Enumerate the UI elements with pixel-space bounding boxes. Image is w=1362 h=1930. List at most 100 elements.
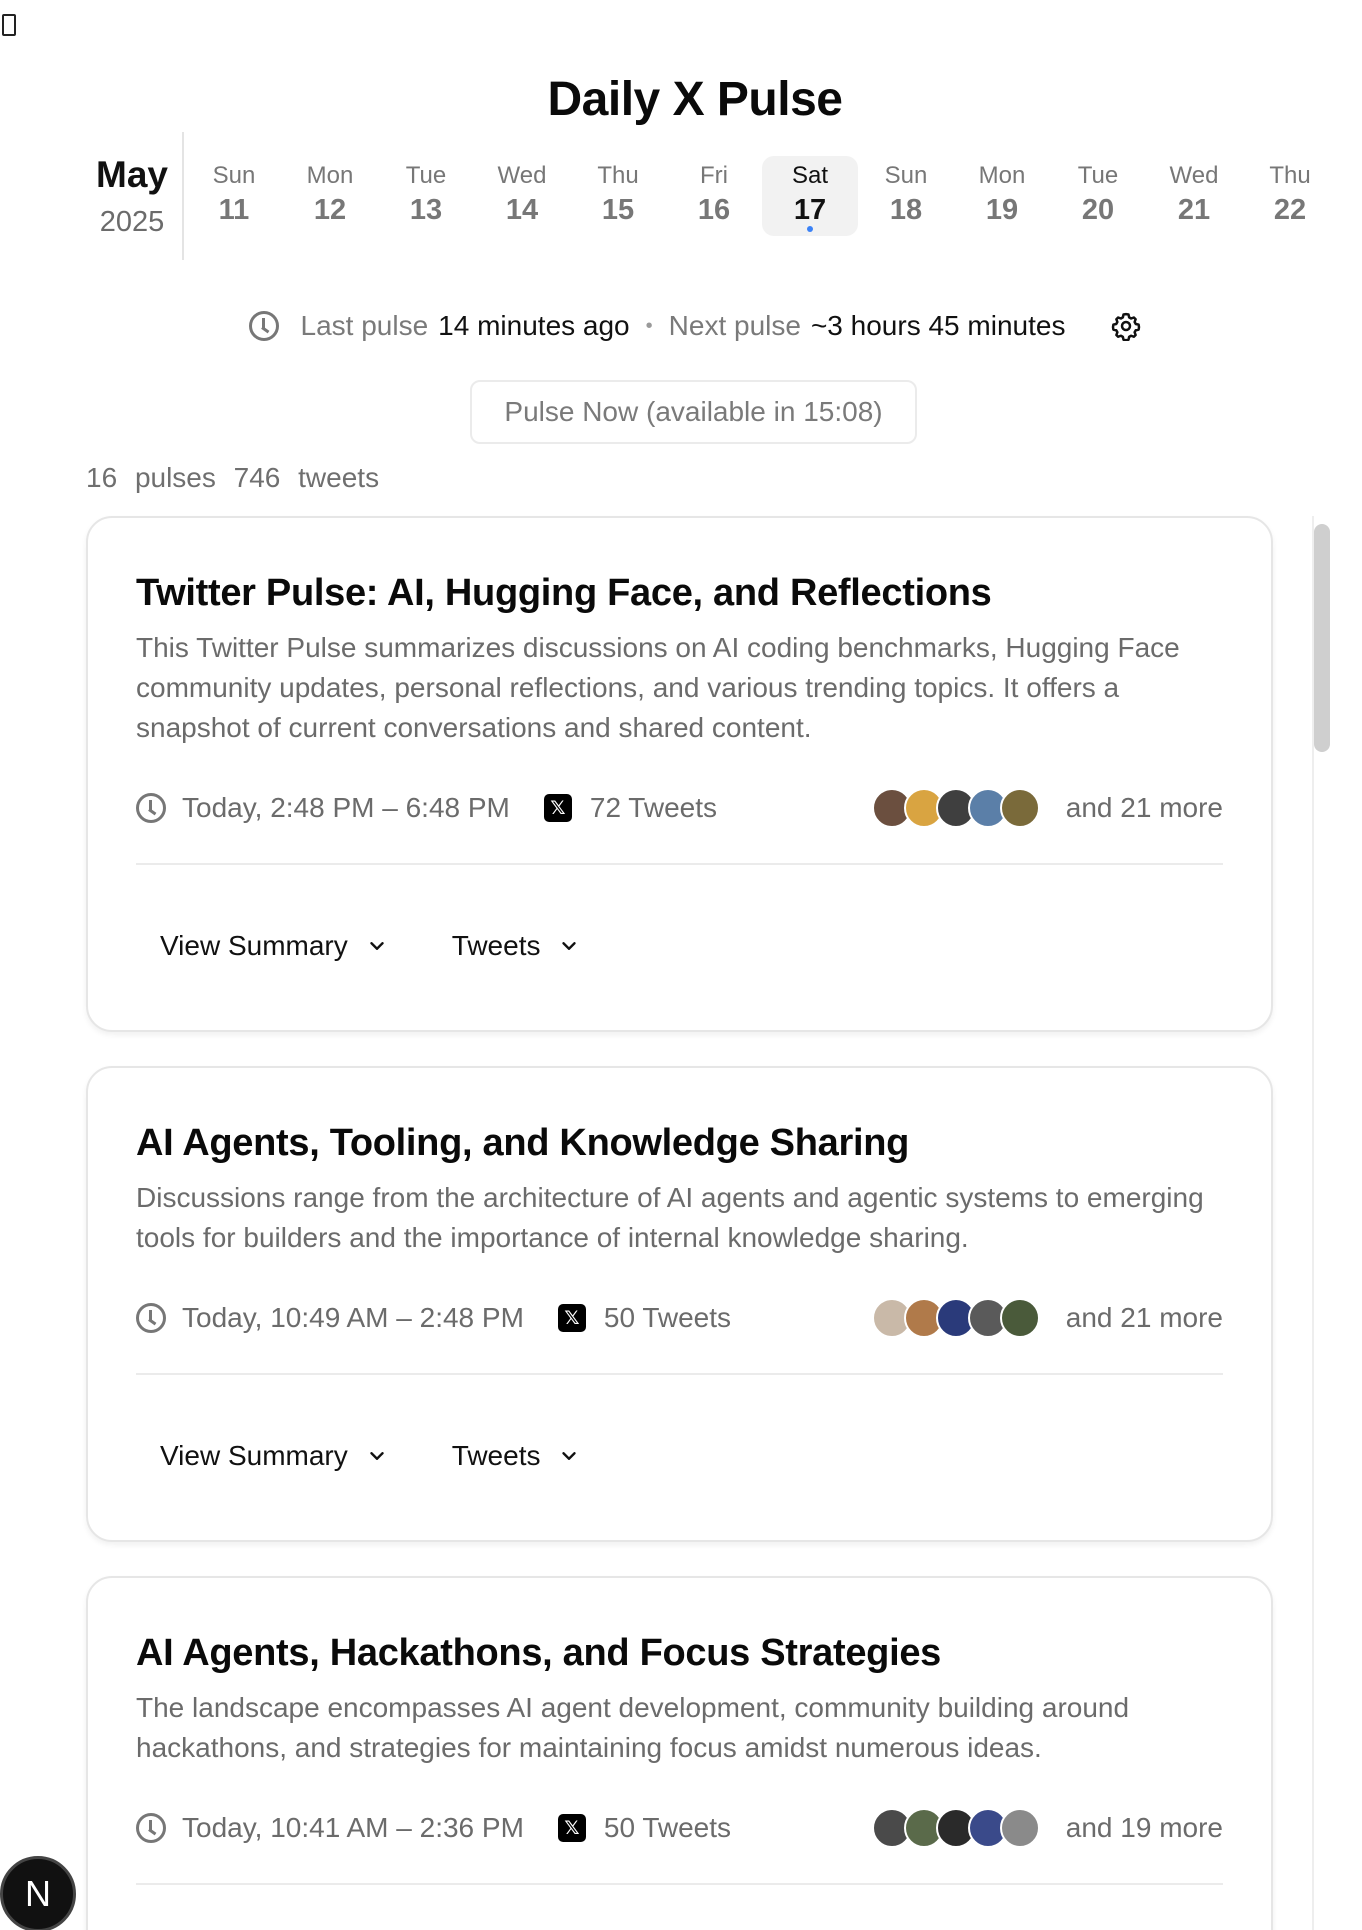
day-number: 12: [313, 194, 347, 226]
pulse-card[interactable]: AI Agents, Hackathons, and Focus Strateg…: [86, 1576, 1273, 1930]
tweets-toggle-label: Tweets: [451, 1440, 541, 1471]
day-wed-21[interactable]: Wed 21: [1146, 156, 1242, 236]
day-of-week: Mon: [978, 162, 1026, 189]
last-pulse-label: Last pulse: [300, 310, 429, 341]
pulse-status: Last pulse 14 minutes ago • Next pulse ~…: [0, 310, 1362, 342]
day-number: 21: [1177, 194, 1211, 226]
tweet-count: 746: [233, 462, 281, 493]
day-sun-11[interactable]: Sun 11: [186, 156, 282, 236]
tweets-toggle-button[interactable]: Tweets: [452, 1440, 581, 1472]
avatar[interactable]: [999, 1808, 1040, 1848]
day-fri-16[interactable]: Fri 16: [666, 156, 762, 236]
view-summary-label: View Summary: [160, 930, 348, 961]
day-number: 17: [793, 194, 827, 226]
day-of-week: Tue: [405, 162, 447, 189]
card-meta: Today, 10:49 AM – 2:48 PM 𝕏 50 Tweets an…: [136, 1296, 1223, 1340]
day-of-week: Thu: [597, 162, 639, 189]
pulse-card[interactable]: Twitter Pulse: AI, Hugging Face, and Ref…: [86, 516, 1273, 1032]
next-dev-indicator-button[interactable]: N: [0, 1856, 76, 1930]
view-summary-button[interactable]: View Summary: [160, 1440, 388, 1472]
day-tue-13[interactable]: Tue 13: [378, 156, 474, 236]
more-authors: and 19 more: [1065, 1812, 1223, 1843]
card-meta: Today, 10:41 AM – 2:36 PM 𝕏 50 Tweets an…: [136, 1806, 1223, 1850]
scrollbar-thumb[interactable]: [1314, 524, 1330, 752]
tweets-toggle-button[interactable]: Tweets: [452, 930, 581, 962]
day-tue-20[interactable]: Tue 20: [1050, 156, 1146, 236]
more-authors: and 21 more: [1065, 1302, 1223, 1333]
day-number: 13: [409, 194, 443, 226]
day-number: 20: [1081, 194, 1115, 226]
day-of-week: Wed: [497, 162, 547, 189]
card-title[interactable]: AI Agents, Tooling, and Knowledge Sharin…: [136, 1122, 909, 1165]
card-divider: [136, 1373, 1223, 1375]
day-sat-17[interactable]: Sat 17: [762, 156, 858, 236]
day-wed-14[interactable]: Wed 14: [474, 156, 570, 236]
avatar[interactable]: [999, 1298, 1040, 1338]
day-number: 14: [505, 194, 539, 226]
card-actions: View Summary Tweets: [160, 1440, 644, 1472]
day-sun-18[interactable]: Sun 18: [858, 156, 954, 236]
view-summary-label: View Summary: [160, 1440, 348, 1471]
x-logo-icon: 𝕏: [557, 1304, 586, 1332]
pulse-count: 16: [86, 462, 118, 493]
card-time-range: Today, 2:48 PM – 6:48 PM: [182, 792, 510, 823]
card-description: This Twitter Pulse summarizes discussion…: [136, 632, 1180, 743]
day-number: 11: [218, 194, 250, 226]
day-of-week: Wed: [1169, 162, 1219, 189]
month-year: 2025: [99, 206, 165, 238]
card-tweet-count: 50 Tweets: [603, 1302, 732, 1333]
day-mon-12[interactable]: Mon 12: [282, 156, 378, 236]
avatar-stack[interactable]: [871, 1808, 1040, 1848]
pulse-count-label: pulses: [134, 462, 216, 493]
day-thu-22[interactable]: Thu 22: [1242, 156, 1338, 236]
page-title: Daily X Pulse: [547, 73, 843, 126]
card-description: The landscape encompasses AI agent devel…: [136, 1692, 1130, 1763]
card-description: Discussions range from the architecture …: [136, 1182, 1204, 1253]
clock-icon: [136, 793, 166, 823]
avatar[interactable]: [999, 788, 1040, 828]
day-mon-19[interactable]: Mon 19: [954, 156, 1050, 236]
day-number: 15: [601, 194, 635, 226]
chevron-down-icon: [366, 935, 388, 957]
card-title[interactable]: Twitter Pulse: AI, Hugging Face, and Ref…: [136, 572, 992, 615]
day-of-week: Thu: [1269, 162, 1311, 189]
tweet-count-label: tweets: [298, 462, 380, 493]
day-list: Sun 11 Mon 12 Tue 13 Wed 14 Thu 15 Fri 16 Sat 17 Sun 18…: [186, 156, 1338, 236]
day-number: 18: [889, 194, 923, 226]
card-meta: Today, 2:48 PM – 6:48 PM 𝕏 72 Tweets and…: [136, 786, 1223, 830]
pulse-counts: 16 pulses 746 tweets: [86, 462, 389, 494]
tweets-toggle-label: Tweets: [451, 930, 541, 961]
avatar-stack[interactable]: [871, 1298, 1040, 1338]
day-of-week: Sun: [212, 162, 256, 189]
clock-icon: [136, 1303, 166, 1333]
clock-icon: [248, 311, 279, 341]
settings-gear-icon[interactable]: [1111, 311, 1141, 341]
date-strip: May 2025 Sun 11 Mon 12 Tue 13 Wed 14 Thu 15 Fri 16 S…: [70, 132, 1311, 260]
next-pulse-label: Next pulse: [668, 310, 801, 341]
day-number: 22: [1273, 194, 1307, 226]
window-glyph-icon: [2, 14, 16, 36]
next-pulse-value: ~3 hours 45 minutes: [810, 310, 1066, 341]
strip-divider: [182, 132, 184, 260]
chevron-down-icon: [558, 1445, 580, 1467]
x-logo-icon: 𝕏: [543, 794, 572, 822]
day-thu-15[interactable]: Thu 15: [570, 156, 666, 236]
card-tweet-count: 50 Tweets: [603, 1812, 732, 1843]
card-title[interactable]: AI Agents, Hackathons, and Focus Strateg…: [136, 1632, 941, 1675]
day-of-week: Sat: [791, 162, 829, 189]
card-time-range: Today, 10:41 AM – 2:36 PM: [182, 1812, 524, 1843]
clock-icon: [136, 1813, 166, 1843]
pulse-now-button[interactable]: Pulse Now (available in 15:08): [470, 380, 917, 444]
last-pulse-value: 14 minutes ago: [438, 310, 630, 341]
day-of-week: Tue: [1077, 162, 1119, 189]
avatar-stack[interactable]: [871, 788, 1040, 828]
view-summary-button[interactable]: View Summary: [160, 930, 388, 962]
has-pulses-indicator: [807, 226, 813, 232]
card-time-range: Today, 10:49 AM – 2:48 PM: [182, 1302, 524, 1333]
day-of-week: Mon: [306, 162, 354, 189]
card-actions: View Summary Tweets: [160, 930, 644, 962]
chevron-down-icon: [366, 1445, 388, 1467]
pulse-card[interactable]: AI Agents, Tooling, and Knowledge Sharin…: [86, 1066, 1273, 1542]
chevron-down-icon: [558, 935, 580, 957]
day-number: 19: [985, 194, 1019, 226]
